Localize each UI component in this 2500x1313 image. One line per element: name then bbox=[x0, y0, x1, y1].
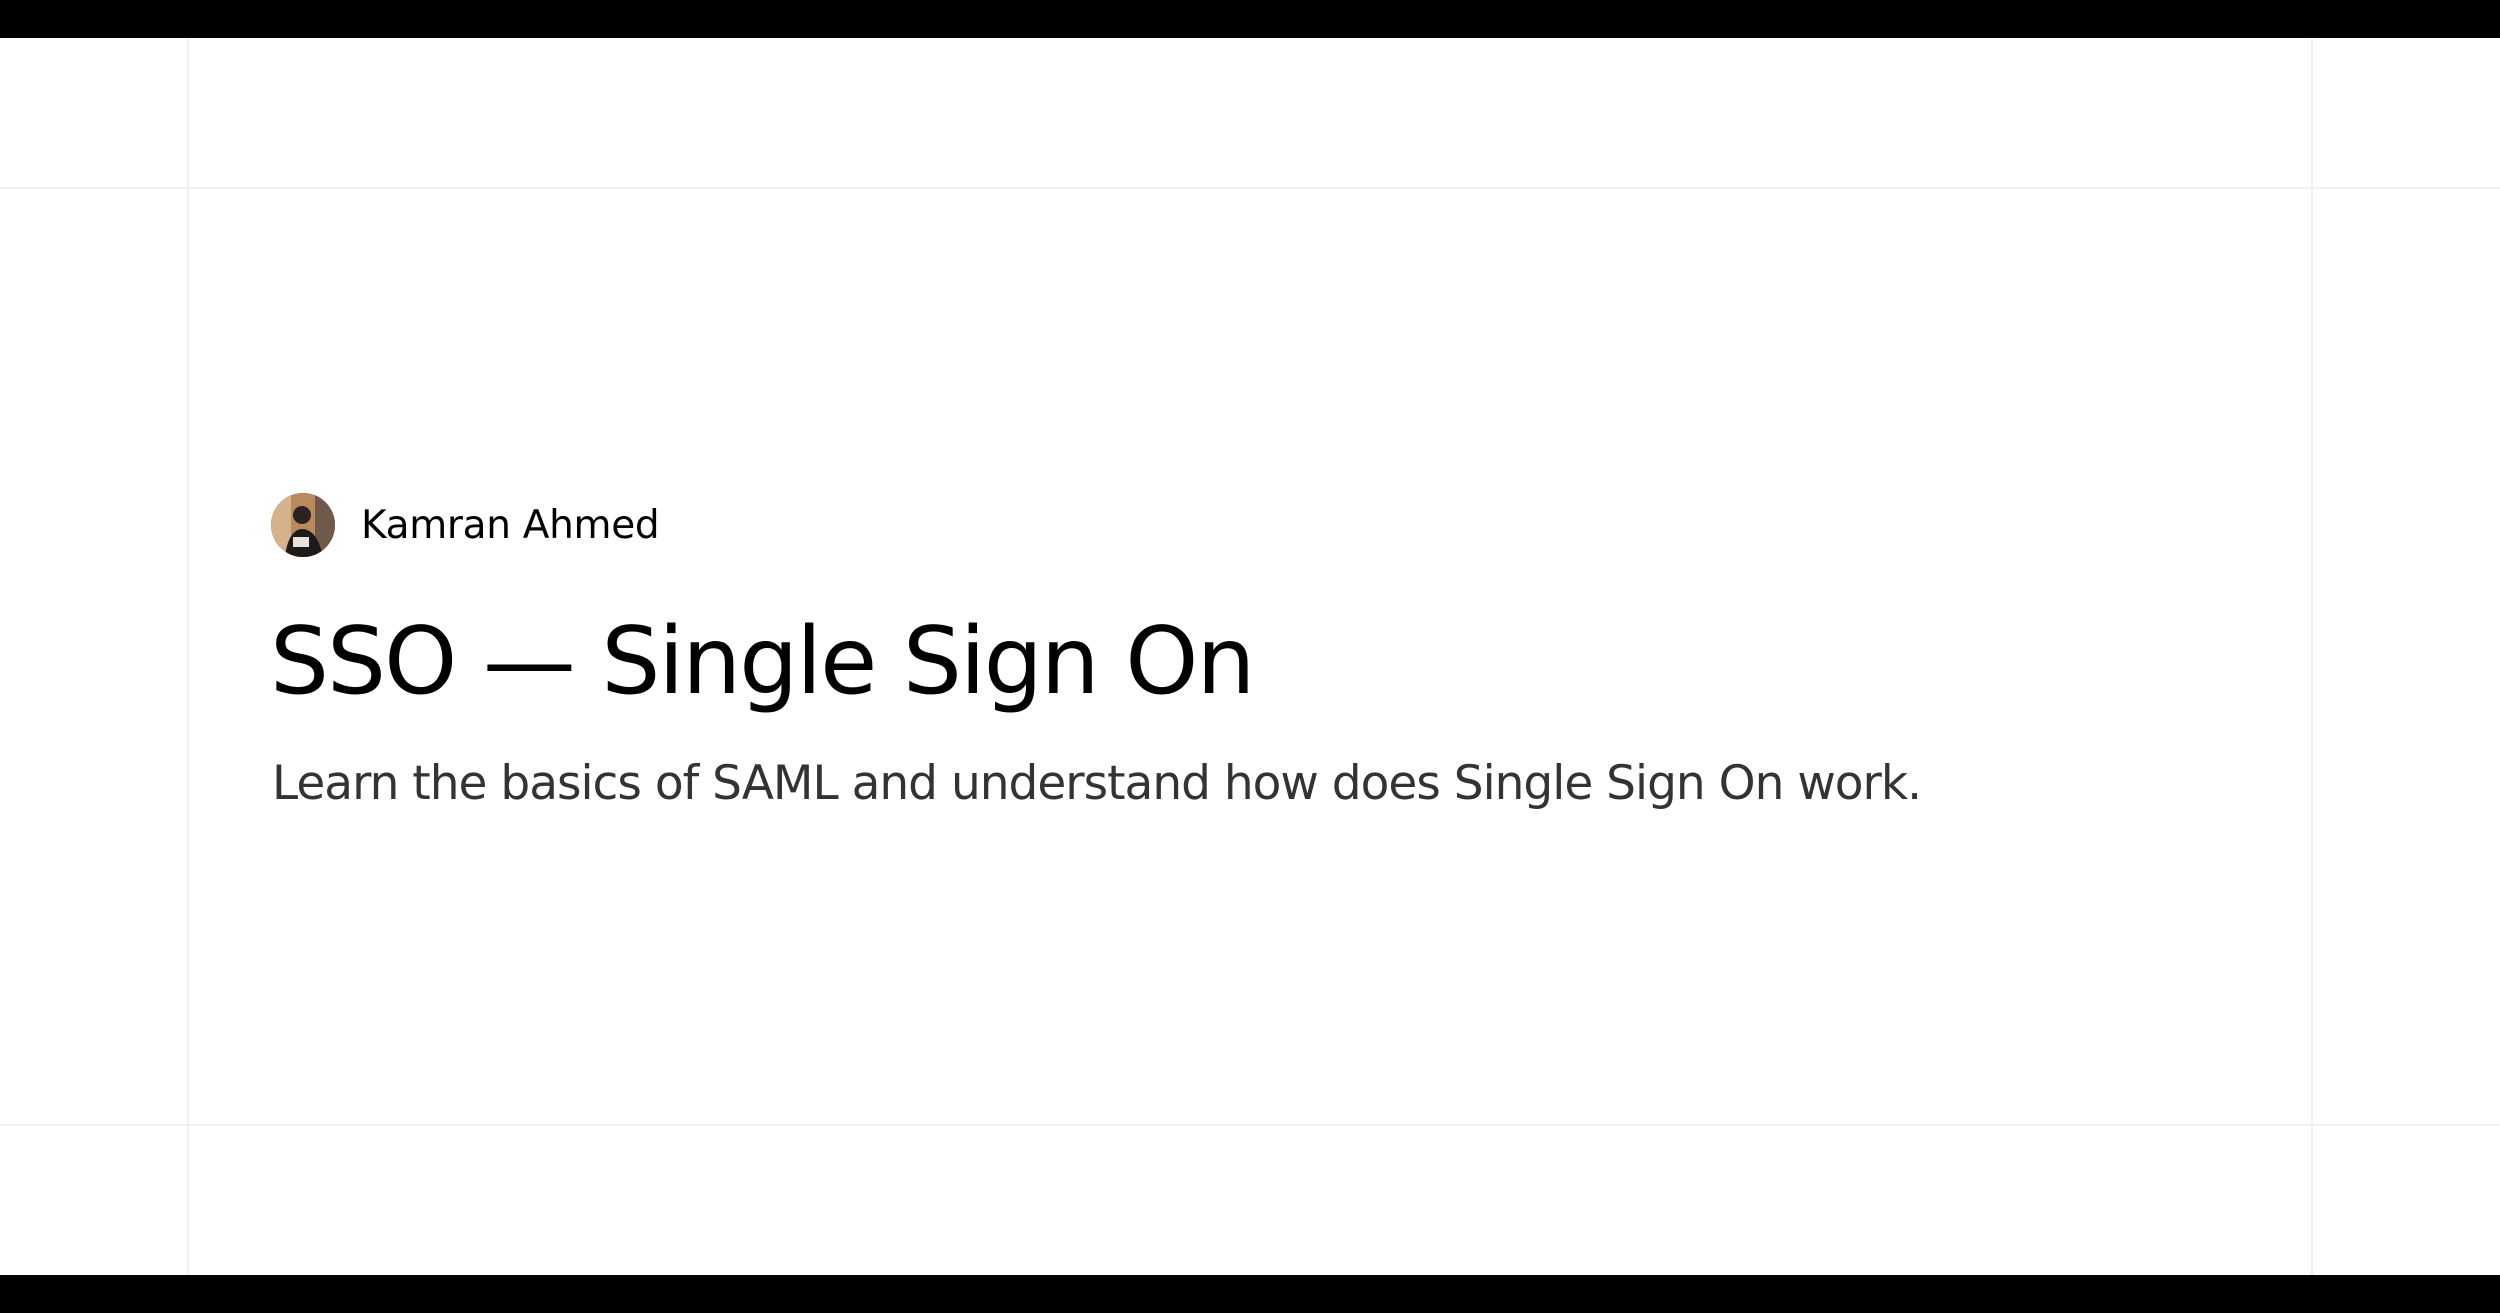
author-name: Kamran Ahmed bbox=[361, 502, 660, 548]
grid-line-left bbox=[187, 38, 189, 1275]
grid-line-right bbox=[2311, 38, 2313, 1275]
avatar-photo-icon bbox=[271, 493, 335, 557]
top-border-bar bbox=[0, 0, 2500, 38]
bottom-border-bar bbox=[0, 1275, 2500, 1313]
grid-line-bottom bbox=[0, 1124, 2500, 1126]
post-title: SSO — Single Sign On bbox=[270, 607, 1255, 715]
post-description: Learn the basics of SAML and understand … bbox=[272, 756, 1922, 811]
author-avatar bbox=[271, 493, 335, 557]
og-card: Kamran Ahmed SSO — Single Sign On Learn … bbox=[0, 0, 2500, 1313]
grid-line-top bbox=[0, 187, 2500, 189]
author-byline: Kamran Ahmed bbox=[271, 493, 660, 557]
